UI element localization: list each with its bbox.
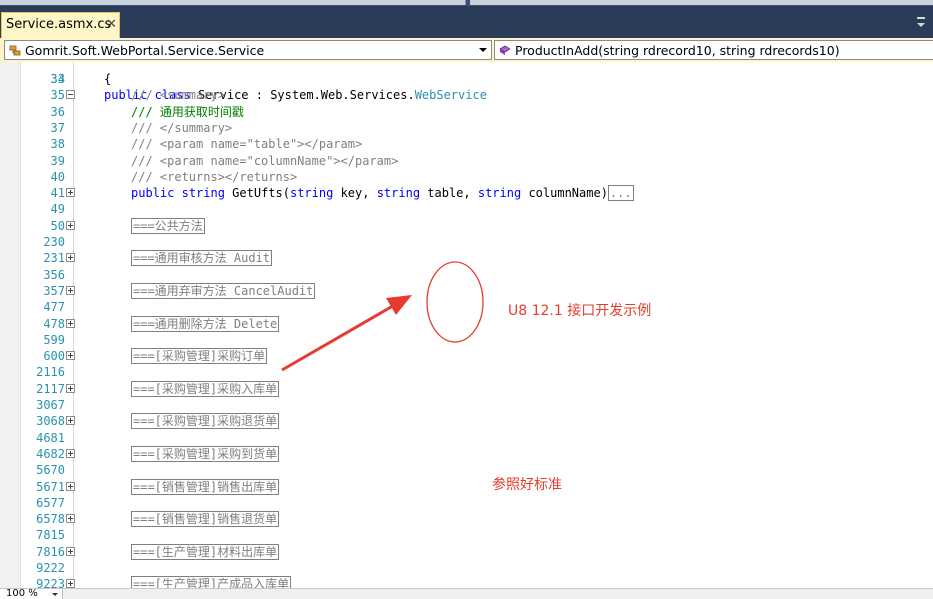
pointer-arrow-head — [386, 295, 412, 315]
status-bar: 100 % — [0, 588, 933, 599]
annotation-title-note: U8 12.1 接口开发示例 — [508, 303, 652, 319]
annotation-overlay — [281, 261, 484, 372]
pointer-arrow-shaft — [281, 301, 399, 372]
chevron-down-icon — [52, 593, 58, 596]
highlight-circle — [426, 261, 484, 343]
annotation-ref-note: 参照好标准 — [492, 477, 562, 493]
